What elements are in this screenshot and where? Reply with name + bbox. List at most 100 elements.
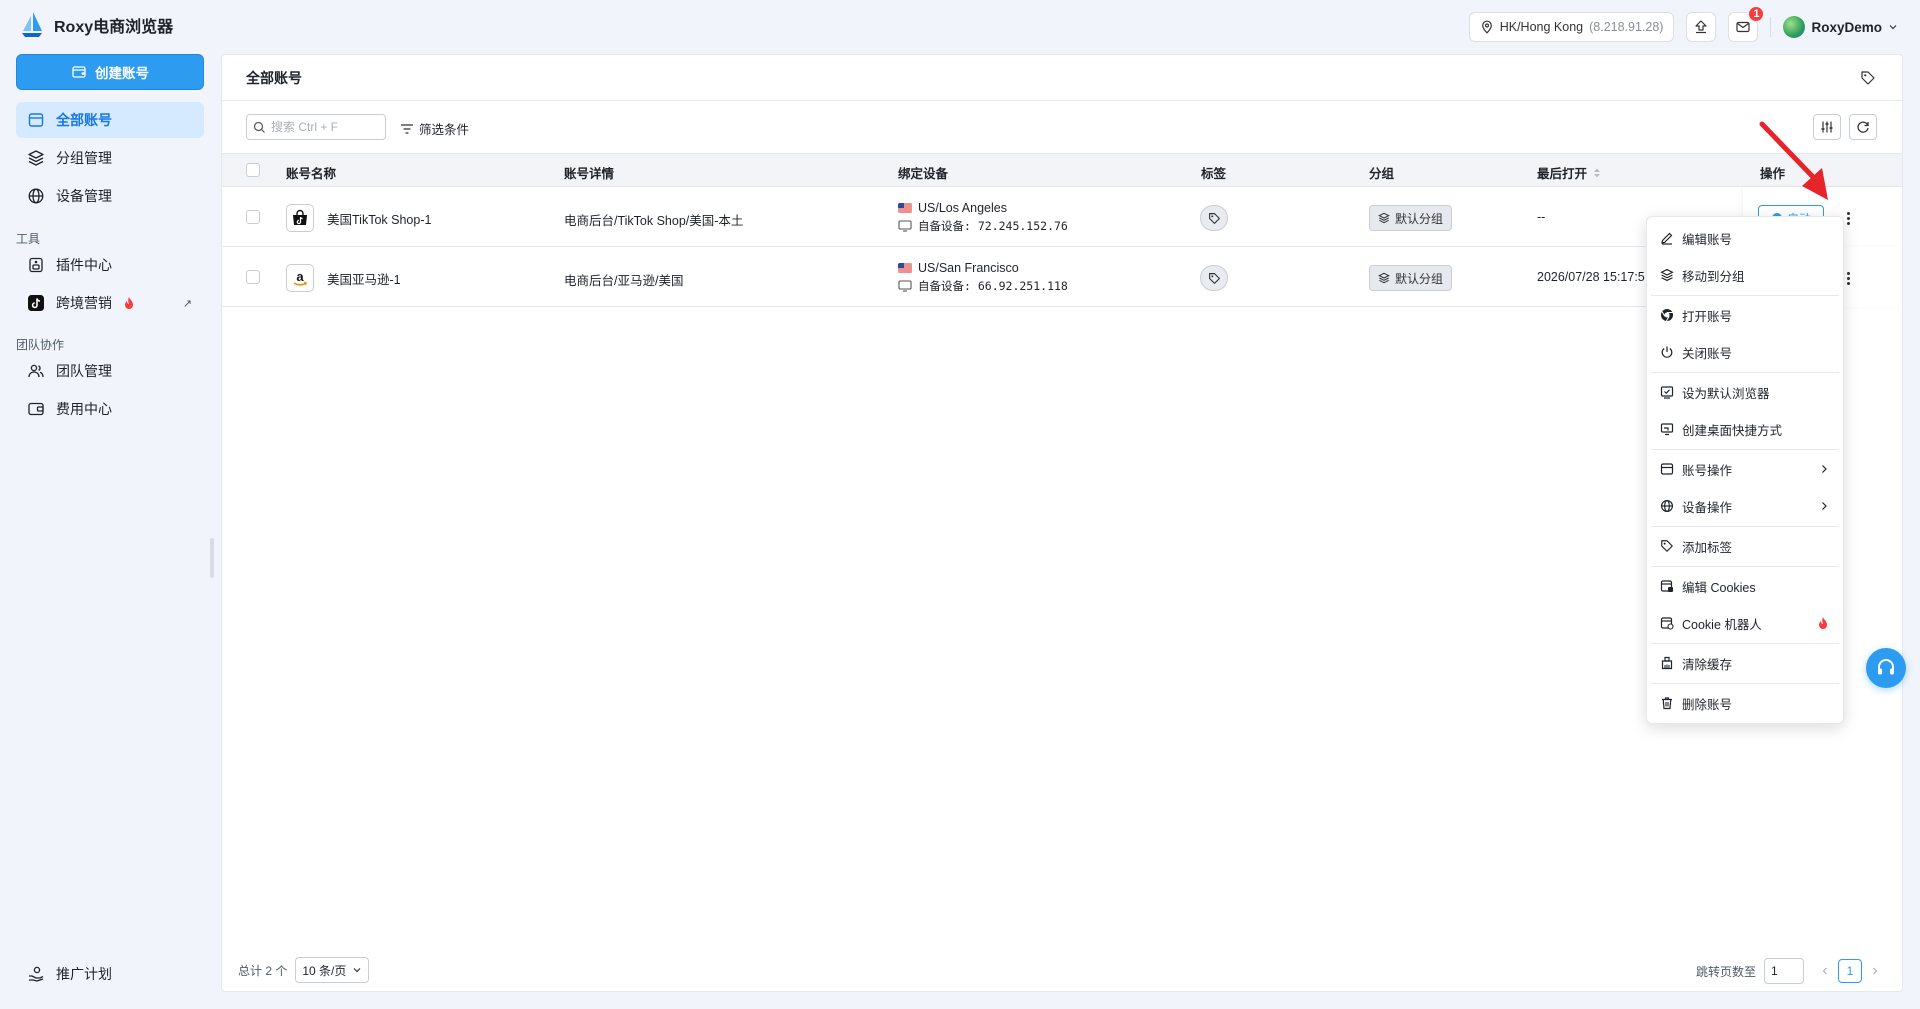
chevron-left-icon: [1822, 967, 1827, 975]
menu-item-close-account[interactable]: 关闭账号: [1651, 336, 1839, 368]
row-tag-button[interactable]: [1200, 205, 1228, 231]
menu-item-move-to-group[interactable]: 移动到分组: [1651, 259, 1839, 291]
trash-icon: [1662, 697, 1672, 710]
menu-separator: [1651, 526, 1839, 527]
menu-separator: [1651, 683, 1839, 684]
globe-icon: [28, 188, 44, 204]
sort-icon[interactable]: [1593, 167, 1601, 179]
power-icon: [1661, 346, 1673, 358]
plugin-icon: [29, 257, 43, 273]
last-open-time: 2026/07/28 15:17:5: [1537, 270, 1645, 284]
menu-item-edit-cookies[interactable]: 编辑 Cookies: [1651, 570, 1839, 602]
tag-manager-button[interactable]: [1860, 70, 1876, 86]
menu-item-account-actions[interactable]: 账号操作: [1651, 453, 1839, 485]
column-header-detail: 账号详情: [564, 167, 615, 181]
next-page-button[interactable]: [1870, 966, 1880, 976]
sidebar-item-billing[interactable]: 费用中心: [16, 391, 204, 427]
refresh-icon: [1857, 121, 1869, 133]
customer-support-button[interactable]: [1866, 648, 1906, 688]
external-link-icon: ↗: [182, 297, 192, 310]
menu-item-cookie-robot[interactable]: Cookie 机器人: [1651, 607, 1839, 639]
chevron-right-icon: [1822, 465, 1827, 473]
sidebar-item-team[interactable]: 团队管理: [16, 353, 204, 389]
user-menu[interactable]: RoxyDemo: [1783, 16, 1898, 38]
globe-icon: [1660, 499, 1674, 513]
menu-item-label: 创建桌面快捷方式: [1682, 423, 1783, 438]
monitor-icon: [898, 220, 912, 232]
account-name[interactable]: 美国TikTok Shop-1: [327, 209, 431, 228]
menu-item-label: 添加标签: [1682, 540, 1733, 555]
row-checkbox[interactable]: [246, 270, 260, 284]
page-number[interactable]: 1: [1838, 959, 1862, 983]
menu-item-edit-account[interactable]: 编辑账号: [1651, 222, 1839, 254]
row-checkbox[interactable]: [246, 210, 260, 224]
tag-icon: [1661, 540, 1673, 552]
us-flag-icon: [898, 203, 912, 213]
sidebar-item-label: 插件中心: [56, 257, 112, 273]
proxy-location-indicator[interactable]: HK/Hong Kong (8.218.91.28): [1468, 12, 1675, 42]
menu-item-label: 设备操作: [1682, 500, 1733, 515]
mail-button[interactable]: 1: [1728, 5, 1766, 42]
column-header-last-open[interactable]: 最后打开: [1537, 163, 1601, 182]
menu-item-label: 清除缓存: [1682, 657, 1733, 672]
chevron-down-icon: [1889, 25, 1897, 30]
tiktok-icon: [28, 295, 44, 311]
menu-item-delete-account[interactable]: 删除账号: [1651, 687, 1839, 719]
prev-page-button[interactable]: [1820, 966, 1830, 976]
table-header: 账号名称 账号详情 绑定设备 标签 分组 最后打开 操作: [222, 153, 1902, 187]
sidebar-item-devices[interactable]: 设备管理: [16, 178, 204, 214]
sidebar-item-referral[interactable]: 推广计划: [16, 956, 204, 992]
group-badge: 默认分组: [1369, 205, 1453, 231]
menu-item-label: Cookie 机器人: [1682, 617, 1762, 632]
menu-item-device-actions[interactable]: 设备操作: [1651, 490, 1839, 522]
group-name: 默认分组: [1395, 211, 1444, 226]
create-account-icon: [72, 66, 86, 78]
platform-logo: [286, 204, 314, 232]
create-account-label: 创建账号: [95, 66, 149, 81]
group-badge: 默认分组: [1369, 265, 1453, 291]
menu-item-clear-cache[interactable]: 清除缓存: [1651, 647, 1839, 679]
cookie-edit-icon: [1660, 580, 1673, 592]
row-tag-button[interactable]: [1200, 265, 1228, 291]
search-input[interactable]: [271, 120, 381, 134]
ip-text: (8.218.91.28): [1589, 20, 1664, 34]
pagination-summary: 总计 2 个 10 条/页: [238, 957, 370, 983]
menu-item-label: 关闭账号: [1682, 346, 1733, 361]
menu-separator: [1651, 566, 1839, 567]
sidebar-item-label: 费用中心: [56, 401, 112, 417]
sidebar-item-label: 分组管理: [56, 150, 112, 166]
sidebar-item-all-accounts[interactable]: 全部账号: [16, 102, 204, 138]
sidebar-item-groups[interactable]: 分组管理: [16, 140, 204, 176]
sidebar-item-marketing[interactable]: 跨境营销 ↗: [16, 285, 204, 321]
device-ip: 自备设备: 72.245.152.76: [918, 219, 1068, 233]
menu-item-set-default-browser[interactable]: 设为默认浏览器: [1651, 376, 1839, 408]
filter-button[interactable]: 筛选条件: [400, 119, 469, 138]
page-size-select[interactable]: 10 条/页: [295, 957, 370, 983]
window-icon: [1660, 463, 1674, 475]
search-box[interactable]: [246, 114, 386, 140]
sidebar-resize-handle[interactable]: [210, 538, 214, 578]
sailboat-logo-icon: [22, 12, 42, 37]
referral-icon: [29, 966, 44, 982]
sidebar: 创建账号 全部账号 分组管理 设备管理 工具 插件中心 跨境营销 ↗ 团队协作 …: [0, 54, 216, 1009]
upload-button[interactable]: [1686, 12, 1717, 42]
account-detail: 电商后台/TikTok Shop/美国-本土: [564, 214, 744, 228]
menu-item-add-tag[interactable]: 添加标签: [1651, 530, 1839, 562]
headset-icon: [1878, 659, 1894, 675]
menu-item-create-shortcut[interactable]: 创建桌面快捷方式: [1651, 413, 1839, 445]
create-account-button[interactable]: 创建账号: [16, 54, 204, 90]
column-header-device: 绑定设备: [898, 167, 949, 181]
jump-page-input[interactable]: 1: [1764, 958, 1804, 984]
device-location: US/Los Angeles: [918, 201, 1007, 215]
monitor-icon: [898, 280, 912, 292]
select-all-checkbox[interactable]: [246, 163, 260, 177]
menu-item-open-account[interactable]: 打开账号: [1651, 299, 1839, 331]
sidebar-item-label: 设备管理: [56, 188, 112, 204]
account-name[interactable]: 美国亚马逊-1: [327, 269, 401, 288]
upload-icon: [1695, 20, 1708, 34]
account-detail: 电商后台/亚马逊/美国: [564, 274, 684, 288]
bound-device: US/Los Angeles 自备设备: 72.245.152.76: [898, 199, 1068, 235]
refresh-button[interactable]: [1849, 114, 1877, 140]
sidebar-item-plugins[interactable]: 插件中心: [16, 247, 204, 283]
column-header-tags: 标签: [1201, 167, 1227, 181]
